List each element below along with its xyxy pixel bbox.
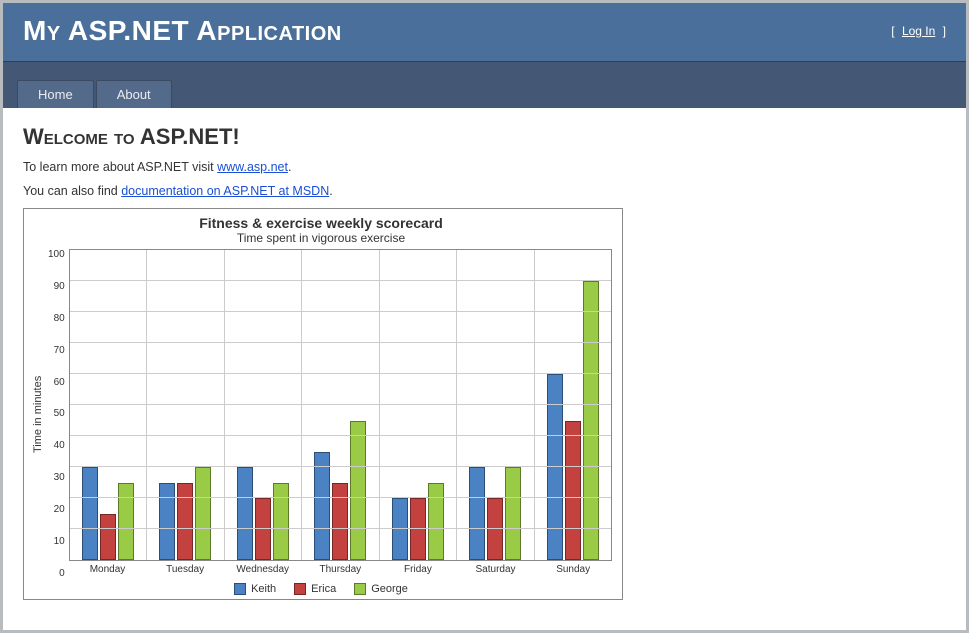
bar-keith [547,374,563,560]
legend-label: Keith [251,583,276,595]
app-title: My ASP.NET Application [23,15,342,47]
bar-group [147,250,224,560]
login-area: [ Log In ] [891,24,946,38]
bar-keith [237,467,253,560]
intro1-pre: To learn more about ASP.NET visit [23,160,217,174]
xlabel: Friday [379,561,457,579]
bar-george [505,467,521,560]
xlabel: Tuesday [146,561,224,579]
bar-george [273,483,289,561]
bar-george [118,483,134,561]
intro-paragraph-1: To learn more about ASP.NET visit www.as… [23,160,946,174]
xlabel: Sunday [534,561,612,579]
bar-erica [255,498,271,560]
bar-george [428,483,444,561]
link-msdn[interactable]: documentation on ASP.NET at MSDN [121,184,329,198]
page-heading: Welcome to ASP.NET! [23,124,946,150]
bar-george [195,467,211,560]
chart-legend: Keith Erica George [30,579,612,595]
chart-plot [69,249,612,561]
ytick: 40 [48,440,65,451]
bar-keith [392,498,408,560]
legend-label: Erica [311,583,336,595]
bar-group [70,250,147,560]
chart-body: Time in minutes 1009080706050403020100 M… [30,249,612,579]
bar-group [380,250,457,560]
legend-label: George [371,583,408,595]
chart-subtitle: Time spent in vigorous exercise [30,231,612,245]
bar-george [583,281,599,560]
tab-home[interactable]: Home [17,80,94,108]
ytick: 100 [48,249,65,260]
bar-group [225,250,302,560]
intro2-pre: You can also find [23,184,121,198]
bar-erica [487,498,503,560]
bar-george [350,421,366,561]
xlabel: Saturday [457,561,535,579]
bar-erica [565,421,581,561]
intro2-post: . [329,184,332,198]
ytick: 90 [48,281,65,292]
ytick: 80 [48,313,65,324]
bar-keith [159,483,175,561]
bar-group [535,250,611,560]
content-area: Welcome to ASP.NET! To learn more about … [3,108,966,630]
link-aspnet[interactable]: www.asp.net [217,160,288,174]
legend-item: Erica [294,583,336,595]
bar-keith [82,467,98,560]
ytick: 50 [48,408,65,419]
bar-group [302,250,379,560]
bar-keith [314,452,330,561]
bracket-left: [ [891,24,898,38]
chart-yaxis: 1009080706050403020100 [46,249,69,579]
nav-bar: Home About [3,61,966,108]
ytick: 60 [48,377,65,388]
ytick: 30 [48,472,65,483]
bracket-right: ] [939,24,946,38]
intro1-post: . [288,160,291,174]
bar-erica [100,514,116,561]
intro-paragraph-2: You can also find documentation on ASP.N… [23,184,946,198]
bar-erica [410,498,426,560]
bar-keith [469,467,485,560]
legend-swatch [354,583,366,595]
xlabel: Thursday [302,561,380,579]
legend-item: Keith [234,583,276,595]
chart-xaxis: MondayTuesdayWednesdayThursdayFridaySatu… [69,561,612,579]
chart-container: Fitness & exercise weekly scorecard Time… [23,208,623,600]
ytick: 70 [48,345,65,356]
xlabel: Wednesday [224,561,302,579]
bar-group [457,250,534,560]
bar-erica [177,483,193,561]
bar-erica [332,483,348,561]
legend-item: George [354,583,408,595]
login-link[interactable]: Log In [898,24,939,38]
header-bar: My ASP.NET Application [ Log In ] [3,3,966,61]
ytick: 10 [48,536,65,547]
tab-about[interactable]: About [96,80,172,108]
legend-swatch [294,583,306,595]
xlabel: Monday [69,561,147,579]
ytick: 0 [48,568,65,579]
legend-swatch [234,583,246,595]
chart-title: Fitness & exercise weekly scorecard [30,215,612,231]
chart-ylabel: Time in minutes [30,249,46,579]
ytick: 20 [48,504,65,515]
